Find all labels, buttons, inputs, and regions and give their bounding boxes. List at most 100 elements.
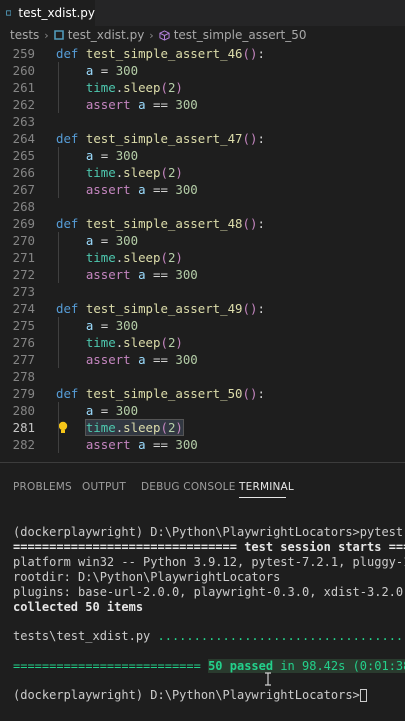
- variable-name: a: [138, 97, 145, 112]
- paren-open: (: [160, 165, 167, 180]
- line-number: 265: [0, 147, 35, 164]
- variable-name: a: [86, 63, 93, 78]
- variable-name: a: [138, 267, 145, 282]
- line-number: 273: [0, 283, 35, 300]
- sleep-call: time.sleep(2): [86, 420, 183, 435]
- code-line: 266 time.sleep(2): [0, 164, 405, 181]
- breadcrumb-file-label: test_xdist.py: [68, 28, 145, 42]
- parens: (): [243, 386, 258, 401]
- session-header-title: test session starts: [244, 540, 381, 554]
- progress-file: tests\test_xdist.py: [13, 629, 158, 643]
- function-name: test_simple_assert_49: [86, 301, 243, 316]
- code-line: 265 a = 300: [0, 147, 405, 164]
- code-line: 261 time.sleep(2): [0, 79, 405, 96]
- paren-close: ): [175, 420, 182, 435]
- code-line: 277 assert a == 300: [0, 351, 405, 368]
- editor-tab-bar: test_xdist.py: [0, 0, 405, 26]
- sleep-call: time.sleep(2): [86, 335, 183, 350]
- keyword-def: def: [56, 46, 78, 61]
- code-line: 272 assert a == 300: [0, 266, 405, 283]
- module-name: time: [86, 335, 116, 350]
- code-editor[interactable]: 259def test_simple_assert_46():260 a = 3…: [0, 44, 405, 458]
- terminal-cursor: [360, 689, 367, 702]
- parens: (): [243, 216, 258, 231]
- line-code: def test_simple_assert_50():: [56, 385, 265, 402]
- python-file-icon: [6, 8, 11, 18]
- line-code: def test_simple_assert_49():: [56, 300, 265, 317]
- breadcrumb-item-tests[interactable]: tests: [10, 28, 39, 42]
- terminal-prompt-line-2: (dockerplaywright) D:\Python\PlaywrightL…: [13, 688, 367, 703]
- parens: (): [243, 131, 258, 146]
- number-literal: 300: [175, 437, 197, 452]
- editor-tab-test-xdist[interactable]: test_xdist.py: [0, 0, 95, 26]
- line-number: 264: [0, 130, 35, 147]
- code-line: 271 time.sleep(2): [0, 249, 405, 266]
- paren-open: (: [160, 420, 167, 435]
- keyword-def: def: [56, 386, 78, 401]
- breadcrumb-item-file[interactable]: test_xdist.py: [54, 28, 145, 42]
- chevron-right-icon: ›: [149, 29, 153, 42]
- keyword-def: def: [56, 301, 78, 316]
- line-code: def test_simple_assert_47():: [56, 130, 265, 147]
- line-number: 282: [0, 436, 35, 453]
- keyword-def: def: [56, 131, 78, 146]
- sleep-call: time.sleep(2): [86, 80, 183, 95]
- line-code: assert a == 300: [56, 436, 198, 453]
- module-name: time: [86, 165, 116, 180]
- prompt-text: (dockerplaywright) D:\Python\PlaywrightL…: [13, 688, 360, 702]
- number-literal: 300: [175, 182, 197, 197]
- session-header-right: =======: [381, 540, 405, 554]
- function-name: test_simple_assert_50: [86, 386, 243, 401]
- line-number: 274: [0, 300, 35, 317]
- tab-debug-console[interactable]: DEBUG CONSOLE: [141, 481, 236, 493]
- variable-name: a: [138, 182, 145, 197]
- keyword-assert: assert: [86, 267, 131, 282]
- module-name: time: [86, 80, 116, 95]
- line-code: time.sleep(2): [56, 419, 183, 436]
- code-line: 260 a = 300: [0, 62, 405, 79]
- tab-problems[interactable]: PROBLEMS: [13, 481, 72, 493]
- line-code: a = 300: [56, 147, 138, 164]
- line-number: 263: [0, 113, 35, 130]
- terminal[interactable]: (dockerplaywright) D:\Python\PlaywrightL…: [0, 511, 405, 721]
- indent-guide: [58, 317, 59, 368]
- module-name: time: [86, 250, 116, 265]
- line-code: a = 300: [56, 317, 138, 334]
- variable-name: a: [86, 233, 93, 248]
- line-number: 270: [0, 232, 35, 249]
- sleep-call: time.sleep(2): [86, 250, 183, 265]
- paren-close: ): [175, 335, 182, 350]
- number-literal: 300: [116, 63, 138, 78]
- session-header-line: =============================== test ses…: [13, 540, 405, 555]
- paren-open: (: [160, 250, 167, 265]
- function-name: test_simple_assert_48: [86, 216, 243, 231]
- code-line: 279def test_simple_assert_50():: [0, 385, 405, 402]
- paren-open: (: [160, 335, 167, 350]
- code-line: 278: [0, 368, 405, 385]
- breadcrumb-function-label: test_simple_assert_50: [174, 28, 307, 42]
- indent-guide: [58, 62, 59, 113]
- tab-terminal[interactable]: TERMINAL: [239, 481, 294, 493]
- keyword-def: def: [56, 216, 78, 231]
- paren-close: ): [175, 80, 182, 95]
- method-name: sleep: [123, 250, 160, 265]
- variable-name: a: [86, 403, 93, 418]
- line-number: 267: [0, 181, 35, 198]
- line-number: 268: [0, 198, 35, 215]
- code-line: 275 a = 300: [0, 317, 405, 334]
- line-number: 272: [0, 266, 35, 283]
- line-code: time.sleep(2): [56, 334, 183, 351]
- parens: (): [243, 301, 258, 316]
- method-name: sleep: [123, 335, 160, 350]
- breadcrumb-item-function[interactable]: test_simple_assert_50: [159, 28, 307, 42]
- tab-output[interactable]: OUTPUT: [82, 481, 126, 493]
- indent-guide: [58, 147, 59, 198]
- code-line: 268: [0, 198, 405, 215]
- number-literal: 300: [116, 403, 138, 418]
- summary-passed: 50 passed: [208, 659, 273, 673]
- keyword-assert: assert: [86, 97, 131, 112]
- line-number: 271: [0, 249, 35, 266]
- line-number: 259: [0, 45, 35, 62]
- progress-dots: ......................................: [158, 629, 405, 643]
- paren-close: ): [175, 250, 182, 265]
